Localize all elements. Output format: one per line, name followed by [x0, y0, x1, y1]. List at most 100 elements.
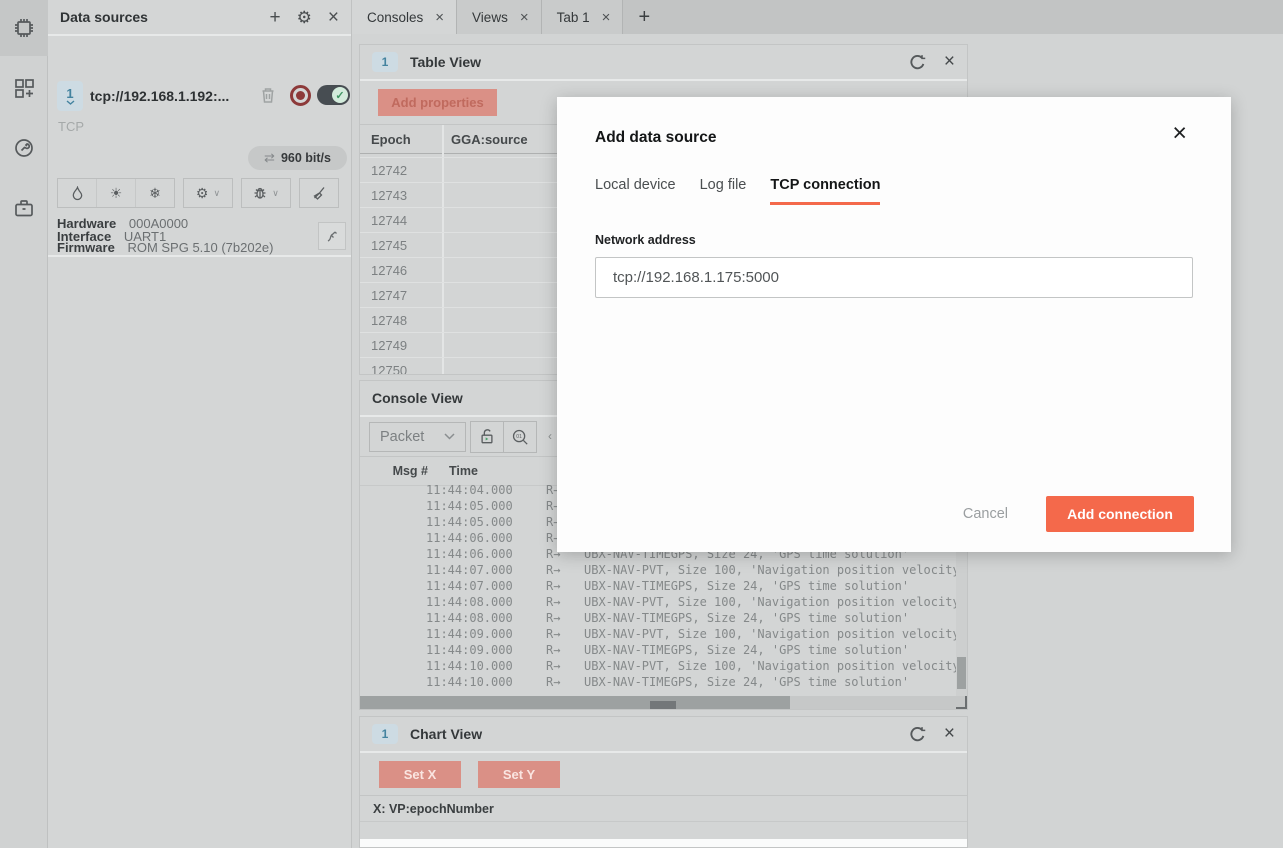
console-log-row[interactable]: 11:44:09.000R→UBX-NAV-PVT, Size 100, 'Na…: [360, 626, 957, 642]
debug-group: ∨: [241, 178, 291, 208]
rail-item-devices[interactable]: [0, 0, 48, 56]
close-icon[interactable]: ×: [944, 723, 955, 745]
log-message: UBX-NAV-PVT, Size 100, 'Navigation posit…: [584, 562, 957, 578]
hscroll-thumb[interactable]: [360, 696, 790, 709]
log-message: UBX-NAV-PVT, Size 100, 'Navigation posit…: [584, 658, 957, 674]
epoch-cell: 12745: [360, 233, 444, 257]
interface-connector-button[interactable]: [318, 222, 346, 250]
connection-toggle[interactable]: ✓: [317, 85, 350, 105]
add-data-source-modal: × Add data source Local deviceLog fileTC…: [557, 97, 1231, 552]
horizontal-scrollbar[interactable]: [360, 696, 957, 709]
modal-tab-log-file[interactable]: Log file: [700, 177, 747, 205]
bug-icon: [253, 186, 267, 200]
add-connection-button[interactable]: Add connection: [1046, 496, 1194, 532]
log-time: 11:44:07.000: [426, 578, 526, 594]
set-y-button[interactable]: Set Y: [478, 761, 560, 788]
close-icon[interactable]: ×: [944, 51, 955, 73]
log-time: 11:44:06.000: [426, 530, 526, 546]
interface-label: Interface: [57, 229, 111, 244]
trash-icon[interactable]: [260, 86, 276, 104]
tab-close-icon[interactable]: ×: [602, 9, 611, 26]
device-action-toolbar: ☀ ❄ ⚙ ∨: [57, 178, 347, 208]
magnifier-01-icon: 01: [511, 428, 529, 446]
log-message: UBX-NAV-TIMEGPS, Size 24, 'GPS time solu…: [584, 578, 957, 594]
tab-views[interactable]: Views ×: [457, 0, 542, 34]
warm-start-sun-icon[interactable]: ☀: [97, 179, 136, 207]
console-log-row[interactable]: 11:44:10.000R→UBX-NAV-PVT, Size 100, 'Na…: [360, 658, 957, 674]
modal-close-icon[interactable]: ×: [1172, 121, 1187, 146]
tab-tab-1[interactable]: Tab 1×: [542, 0, 624, 34]
resize-corner[interactable]: [956, 696, 967, 709]
rail-item-add-view[interactable]: [0, 60, 48, 116]
scroll-lock-button[interactable]: [470, 421, 504, 453]
modal-tab-local-device[interactable]: Local device: [595, 177, 676, 205]
search-message-button[interactable]: 01: [504, 421, 537, 453]
rail-item-tools[interactable]: [0, 120, 48, 176]
record-button[interactable]: [290, 85, 311, 106]
refresh-icon[interactable]: [909, 726, 926, 743]
add-source-icon[interactable]: +: [270, 8, 281, 27]
network-address-input[interactable]: [595, 257, 1193, 298]
set-x-button[interactable]: Set X: [379, 761, 461, 788]
refresh-icon[interactable]: [909, 54, 926, 71]
tab-consoles[interactable]: Consoles×: [352, 0, 457, 34]
epoch-cell: 12749: [360, 333, 444, 357]
broom-icon[interactable]: [300, 179, 338, 207]
log-direction: R→: [546, 674, 584, 690]
chart-bottom-strip: [360, 839, 967, 847]
chart-view-header: 1 Chart View ×: [360, 717, 967, 753]
source-name: tcp://192.168.1.192:...: [90, 88, 229, 104]
add-tab-button[interactable]: +: [623, 0, 665, 34]
epoch-cell: 12742: [360, 158, 444, 182]
config-group: ⚙ ∨: [183, 178, 233, 208]
log-message: UBX-NAV-TIMEGPS, Size 24, 'GPS time solu…: [584, 642, 957, 658]
log-message: UBX-NAV-TIMEGPS, Size 24, 'GPS time solu…: [584, 610, 957, 626]
console-log-row[interactable]: 11:44:07.000R→UBX-NAV-PVT, Size 100, 'Na…: [360, 562, 957, 578]
cold-start-snowflake-icon[interactable]: ❄: [136, 179, 174, 207]
log-direction: R→: [546, 594, 584, 610]
cancel-button[interactable]: Cancel: [963, 506, 1008, 522]
gears-dropdown[interactable]: ⚙ ∨: [184, 179, 232, 207]
epoch-cell: 12744: [360, 208, 444, 232]
close-panel-icon[interactable]: ×: [328, 8, 339, 27]
transfer-arrows-icon: ⇄: [264, 150, 275, 166]
console-log-row[interactable]: 11:44:08.000R→UBX-NAV-PVT, Size 100, 'Na…: [360, 594, 957, 610]
source-protocol-label: TCP: [58, 119, 84, 134]
interface-row: Interface UART1: [57, 229, 166, 244]
modal-tab-tcp-connection[interactable]: TCP connection: [770, 177, 880, 205]
column-header-epoch[interactable]: Epoch: [360, 125, 444, 153]
tab-close-icon[interactable]: ×: [435, 9, 444, 26]
console-log-row[interactable]: 11:44:09.000R→UBX-NAV-TIMEGPS, Size 24, …: [360, 642, 957, 658]
chevron-down-icon: ∨: [213, 188, 220, 199]
chart-x-binding-row: X: VP:epochNumber: [360, 796, 967, 822]
log-time: 11:44:05.000: [426, 514, 526, 530]
gears-icon: ⚙: [196, 185, 209, 202]
console-log-row[interactable]: 11:44:10.000R→UBX-NAV-TIMEGPS, Size 24, …: [360, 674, 957, 690]
chevron-down-icon: [444, 433, 455, 440]
log-direction: R→: [546, 562, 584, 578]
console-log-row[interactable]: 11:44:08.000R→UBX-NAV-TIMEGPS, Size 24, …: [360, 610, 957, 626]
settings-gear-icon[interactable]: ⚙: [297, 9, 312, 26]
source-index-number: 1: [66, 87, 73, 100]
tab-close-icon[interactable]: ×: [520, 9, 529, 26]
log-direction: R→: [546, 626, 584, 642]
data-source-card: 1 tcp://192.168.1.192:... ✓ TCP ⇄ 960 bi…: [48, 36, 351, 257]
app-window: Data sources + ⚙ × 1 tcp://192.168.1.192…: [0, 0, 1283, 848]
tab-label: Views: [472, 10, 508, 25]
grid-plus-icon: [12, 76, 36, 100]
log-message: UBX-NAV-PVT, Size 100, 'Navigation posit…: [584, 626, 957, 642]
hot-start-flame-icon[interactable]: [58, 179, 97, 207]
packet-mode-select[interactable]: Packet: [369, 422, 466, 452]
bug-dropdown[interactable]: ∨: [242, 179, 290, 207]
rail-item-toolbox[interactable]: [0, 180, 48, 236]
log-time: 11:44:06.000: [426, 546, 526, 562]
epoch-cell: 12746: [360, 258, 444, 282]
table-view-header: 1 Table View ×: [360, 45, 967, 81]
epoch-cell: 12743: [360, 183, 444, 207]
log-message: UBX-NAV-PVT, Size 100, 'Navigation posit…: [584, 594, 957, 610]
gear-wrench-icon: [12, 136, 36, 160]
vscroll-thumb[interactable]: [957, 657, 966, 689]
source-index-badge[interactable]: 1: [57, 81, 83, 111]
console-log-row[interactable]: 11:44:07.000R→UBX-NAV-TIMEGPS, Size 24, …: [360, 578, 957, 594]
add-properties-button[interactable]: Add properties: [378, 89, 497, 116]
